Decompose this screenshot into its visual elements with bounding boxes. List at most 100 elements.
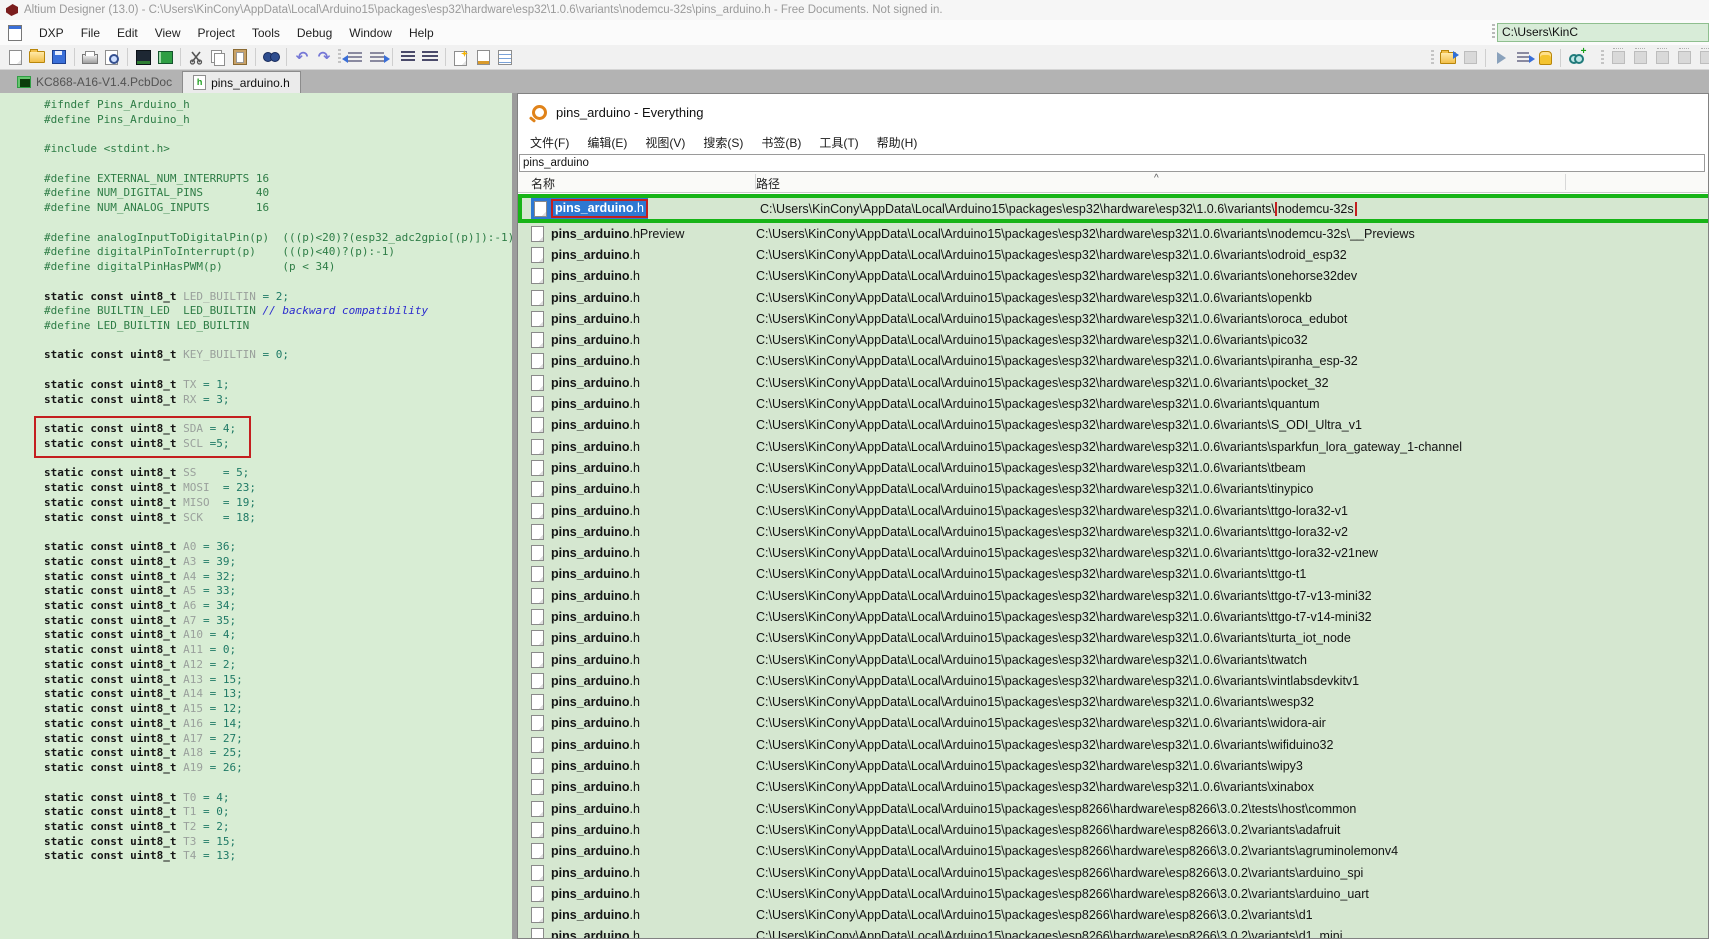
column-header-name[interactable]: 名称 [531,175,555,192]
board-icon[interactable] [154,47,176,67]
snippets-icon[interactable] [450,47,472,67]
find-icon[interactable] [260,47,282,67]
code-line: static const uint8_t KEY_BUILTIN = 0; [44,348,512,363]
result-row[interactable]: pins_arduino.hC:\Users\KinCony\AppData\L… [518,351,1708,372]
indent-icon[interactable] [366,47,388,67]
result-row[interactable]: pins_arduino.hC:\Users\KinCony\AppData\L… [518,372,1708,393]
result-row[interactable]: pins_arduino.hC:\Users\KinCony\AppData\L… [518,777,1708,798]
result-row[interactable]: pins_arduino.hC:\Users\KinCony\AppData\L… [518,606,1708,627]
address-drag-handle[interactable] [1492,24,1495,39]
code-line: static const uint8_t A7 = 35; [44,614,512,629]
menu-item-File[interactable]: File [81,26,100,40]
pcb-3d-view-icon[interactable] [132,47,154,67]
menu-item-Edit[interactable]: Edit [117,26,138,40]
everything-menu-item-书签(B)[interactable]: 书签(B) [761,134,801,151]
result-row[interactable]: pins_arduino.hC:\Users\KinCony\AppData\L… [518,755,1708,776]
result-row[interactable]: pins_arduino.hPreviewC:\Users\KinCony\Ap… [518,223,1708,244]
result-row[interactable]: pins_arduino.hC:\Users\KinCony\AppData\L… [518,329,1708,350]
result-row[interactable]: pins_arduino.hC:\Users\KinCony\AppData\L… [518,713,1708,734]
column-divider-2[interactable] [1565,174,1566,190]
result-row[interactable]: pins_arduino.hC:\Users\KinCony\AppData\L… [518,819,1708,840]
document-options-icon[interactable] [472,47,494,67]
everything-menu-item-视图(V)[interactable]: 视图(V) [645,134,685,151]
cut-icon[interactable] [185,47,207,67]
compile-icon[interactable] [1459,48,1481,68]
address-box[interactable]: C:\Users\KinC [1497,23,1709,42]
copy-icon[interactable] [207,47,229,67]
result-row[interactable]: pins_arduino.hC:\Users\KinCony\AppData\L… [518,670,1708,691]
pause-icon[interactable] [1534,48,1556,68]
run-icon[interactable] [1490,48,1512,68]
everything-menu-item-工具(T)[interactable]: 工具(T) [819,134,858,151]
result-row[interactable]: pins_arduino.hC:\Users\KinCony\AppData\L… [518,564,1708,585]
result-row[interactable]: pins_arduino.hC:\Users\KinCony\AppData\L… [518,415,1708,436]
checklist-icon[interactable] [494,47,516,67]
open-project-icon[interactable] [1437,48,1459,68]
menu-item-Debug[interactable]: Debug [297,26,332,40]
result-row[interactable]: pins_arduino.hC:\Users\KinCony\AppData\L… [518,883,1708,904]
print-preview-icon[interactable] [101,47,123,67]
column-header-path[interactable]: 路径 [756,175,780,192]
result-row[interactable]: pins_arduino.hC:\Users\KinCony\AppData\L… [518,862,1708,883]
result-row-selected[interactable]: pins_arduino.hC:\Users\KinCony\AppData\L… [518,194,1708,223]
toolbar: ↶ ↷ + [0,45,1709,70]
result-row[interactable]: pins_arduino.hC:\Users\KinCony\AppData\L… [518,457,1708,478]
result-row[interactable]: pins_arduino.hC:\Users\KinCony\AppData\L… [518,926,1708,938]
result-row[interactable]: pins_arduino.hC:\Users\KinCony\AppData\L… [518,244,1708,265]
everything-title-bar[interactable]: pins_arduino - Everything [518,94,1708,131]
result-row[interactable]: pins_arduino.hC:\Users\KinCony\AppData\L… [518,393,1708,414]
menu-item-Tools[interactable]: Tools [252,26,280,40]
result-row[interactable]: pins_arduino.hC:\Users\KinCony\AppData\L… [518,521,1708,542]
step-over-icon[interactable] [1512,48,1534,68]
print-icon[interactable] [79,47,101,67]
step-out-disabled-icon[interactable] [1651,48,1673,68]
menu-item-View[interactable]: View [155,26,181,40]
justify-lines-icon[interactable] [397,47,419,67]
tab-pcbdoc[interactable]: KC868-A16-V1.4.PcbDoc [7,71,182,93]
step-into-disabled-icon[interactable] [1607,48,1629,68]
everything-menu-item-文件(F)[interactable]: 文件(F) [530,134,569,151]
undo-icon[interactable]: ↶ [291,47,313,67]
result-row[interactable]: pins_arduino.hC:\Users\KinCony\AppData\L… [518,308,1708,329]
menu-item-Help[interactable]: Help [409,26,434,40]
menu-item-Project[interactable]: Project [198,26,235,40]
stop-disabled-icon[interactable] [1695,48,1709,68]
debug-new-icon[interactable]: + [1565,48,1587,68]
result-row[interactable]: pins_arduino.hC:\Users\KinCony\AppData\L… [518,585,1708,606]
menu-item-Window[interactable]: Window [349,26,392,40]
justify-block-icon[interactable] [419,47,441,67]
result-row[interactable]: pins_arduino.hC:\Users\KinCony\AppData\L… [518,734,1708,755]
dxp-icon[interactable] [8,25,22,41]
everything-menu-item-编辑(E)[interactable]: 编辑(E) [587,134,627,151]
open-document-icon[interactable] [26,47,48,67]
result-row[interactable]: pins_arduino.hC:\Users\KinCony\AppData\L… [518,500,1708,521]
file-path: C:\Users\KinCony\AppData\Local\Arduino15… [756,866,1708,880]
result-row[interactable]: pins_arduino.hC:\Users\KinCony\AppData\L… [518,628,1708,649]
result-row[interactable]: pins_arduino.hC:\Users\KinCony\AppData\L… [518,436,1708,457]
result-row[interactable]: pins_arduino.hC:\Users\KinCony\AppData\L… [518,542,1708,563]
outdent-icon[interactable] [344,47,366,67]
step-over-disabled-icon[interactable] [1629,48,1651,68]
result-row[interactable]: pins_arduino.hC:\Users\KinCony\AppData\L… [518,798,1708,819]
paste-icon[interactable] [229,47,251,67]
everything-menu-item-帮助(H)[interactable]: 帮助(H) [877,134,918,151]
run-to-cursor-disabled-icon[interactable] [1673,48,1695,68]
result-row[interactable]: pins_arduino.hC:\Users\KinCony\AppData\L… [518,649,1708,670]
file-name: pins_arduino.h [551,269,640,283]
code-editor[interactable]: #ifndef Pins_Arduino_h#define Pins_Ardui… [0,93,512,939]
file-icon [531,673,544,689]
tab-pins-arduino[interactable]: h pins_arduino.h [182,71,301,93]
result-row[interactable]: pins_arduino.hC:\Users\KinCony\AppData\L… [518,841,1708,862]
code-line [44,363,512,378]
redo-icon[interactable]: ↷ [313,47,335,67]
result-row[interactable]: pins_arduino.hC:\Users\KinCony\AppData\L… [518,287,1708,308]
new-document-icon[interactable] [4,47,26,67]
result-row[interactable]: pins_arduino.hC:\Users\KinCony\AppData\L… [518,692,1708,713]
everything-menu-item-搜索(S)[interactable]: 搜索(S) [703,134,743,151]
menu-item-DXP[interactable]: DXP [39,26,64,40]
search-input[interactable] [519,154,1705,172]
result-row[interactable]: pins_arduino.hC:\Users\KinCony\AppData\L… [518,266,1708,287]
save-icon[interactable] [48,47,70,67]
result-row[interactable]: pins_arduino.hC:\Users\KinCony\AppData\L… [518,479,1708,500]
result-row[interactable]: pins_arduino.hC:\Users\KinCony\AppData\L… [518,905,1708,926]
